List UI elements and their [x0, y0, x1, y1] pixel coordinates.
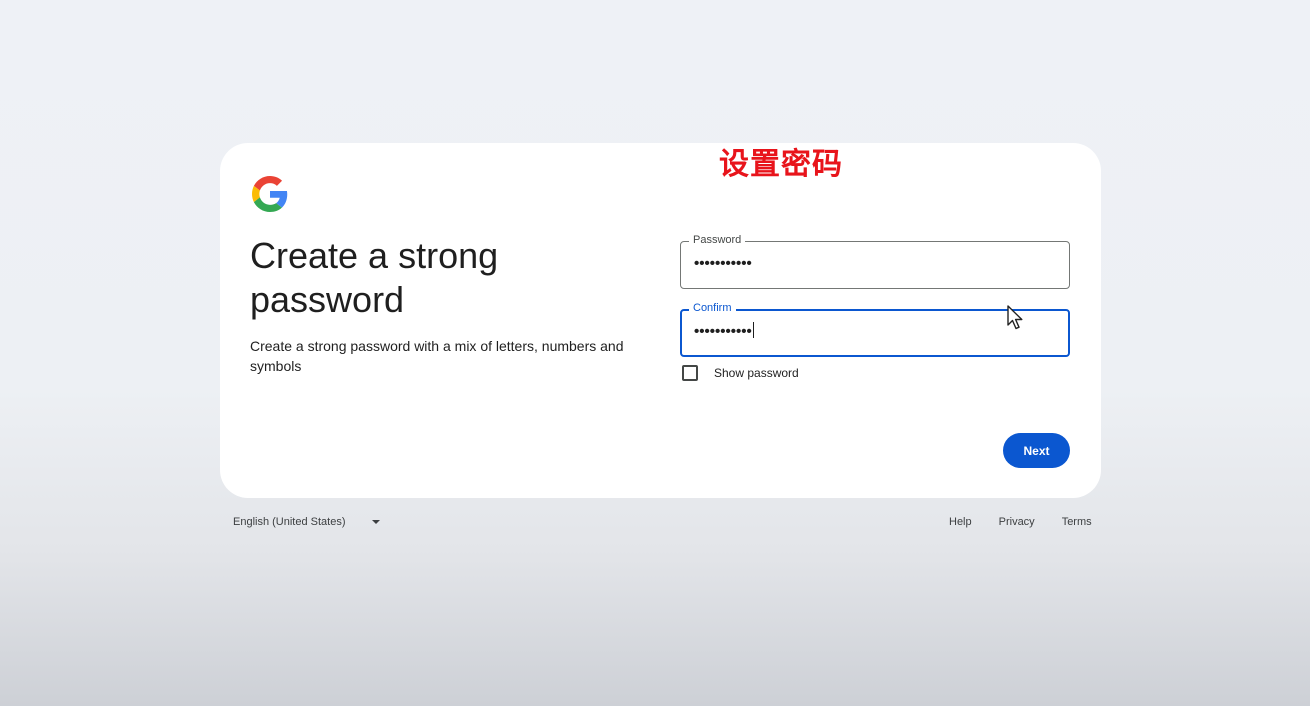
- password-field[interactable]: Password •••••••••••: [680, 233, 1070, 289]
- text-caret: [752, 322, 754, 338]
- show-password-checkbox[interactable]: [682, 365, 698, 381]
- help-link[interactable]: Help: [949, 516, 972, 528]
- page-title: Create a strong password: [250, 235, 499, 320]
- confirm-field-value: •••••••••••: [694, 323, 752, 340]
- confirm-field-value-wrap[interactable]: •••••••••••: [694, 322, 754, 342]
- next-button[interactable]: Next: [1003, 433, 1070, 468]
- footer-links: Help Privacy Terms: [949, 516, 1092, 528]
- mouse-pointer-icon: [1007, 305, 1023, 330]
- overlay-caption: 设置密码: [719, 147, 843, 182]
- confirm-field-label: Confirm: [689, 301, 736, 315]
- privacy-link[interactable]: Privacy: [999, 516, 1035, 528]
- language-label: English (United States): [233, 516, 346, 528]
- google-g-icon: [252, 176, 288, 212]
- show-password-label: Show password: [714, 366, 799, 380]
- password-field-label: Password: [689, 233, 746, 247]
- language-selector[interactable]: English (United States): [233, 516, 380, 528]
- terms-link[interactable]: Terms: [1062, 516, 1092, 528]
- show-password-toggle[interactable]: Show password: [682, 365, 799, 381]
- page-subtitle: Create a strong password with a mix of l…: [250, 338, 624, 374]
- password-field-value[interactable]: •••••••••••: [694, 254, 752, 274]
- dropdown-caret-icon: [371, 520, 380, 524]
